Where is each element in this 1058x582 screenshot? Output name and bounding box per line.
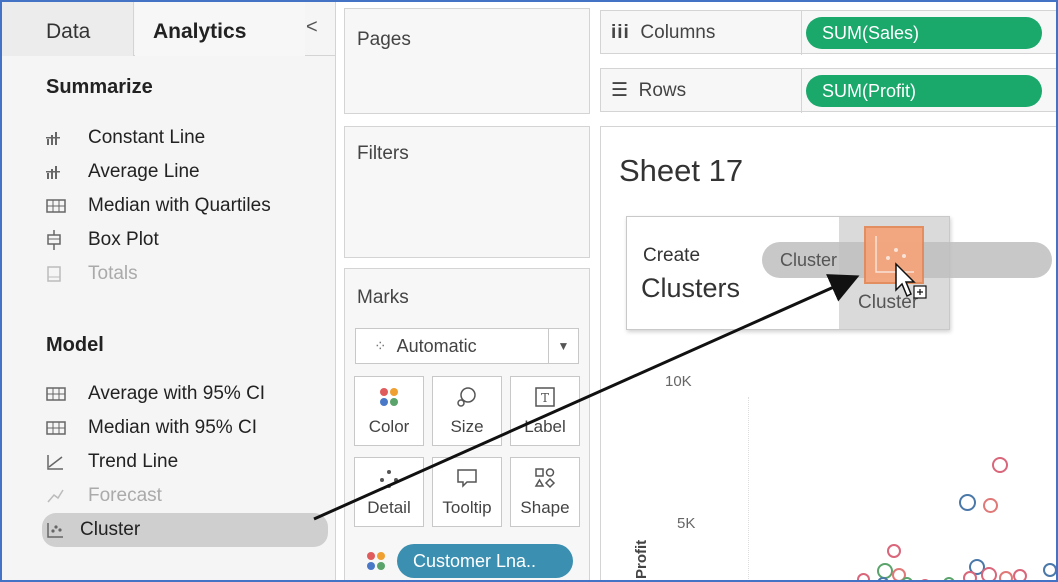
drag-arrow: [313, 274, 860, 521]
window-frame: Data Analytics < Summarize Constant Line…: [0, 0, 1058, 582]
mouse-cursor-icon: [895, 262, 927, 299]
drag-arrow-overlay: [313, 262, 927, 521]
